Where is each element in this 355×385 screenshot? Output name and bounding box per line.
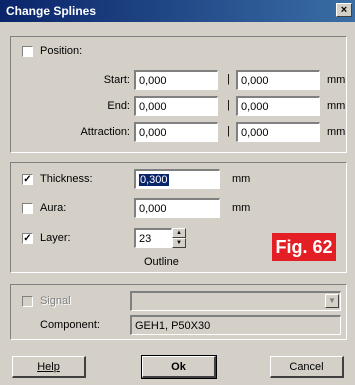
thickness-value: 0,300 (139, 174, 169, 186)
aura-checkbox[interactable] (22, 203, 33, 214)
start-separator: | (227, 73, 230, 85)
component-label: Component: (40, 319, 100, 331)
layer-name: Outline (144, 256, 179, 268)
attraction-x-field[interactable]: 0,000 (134, 122, 218, 142)
ok-button-label: Ok (171, 361, 186, 373)
attraction-separator: | (227, 125, 230, 137)
ok-button[interactable]: Ok (141, 355, 217, 379)
chevron-down-icon[interactable]: ▼ (172, 238, 186, 248)
signal-combo[interactable]: ▼ (130, 291, 341, 311)
aura-field[interactable]: 0,000 (134, 198, 220, 218)
aura-label: Aura: (40, 202, 67, 214)
end-y-field[interactable]: 0,000 (236, 96, 320, 116)
position-checkbox[interactable] (22, 46, 33, 57)
position-label: Position: (40, 45, 83, 57)
aura-unit: mm (232, 202, 251, 214)
component-field: GEH1, P50X30 (130, 315, 341, 335)
chevron-up-icon[interactable]: ▲ (172, 228, 186, 238)
layer-label: Layer: (40, 232, 71, 244)
start-label: Start: (103, 74, 130, 86)
thickness-unit: mm (232, 173, 251, 185)
attraction-label: Attraction: (80, 126, 130, 138)
end-separator: | (227, 99, 230, 111)
thickness-label: Thickness: (40, 173, 93, 185)
attraction-unit: mm (327, 126, 346, 138)
figure-badge: Fig. 62 (272, 233, 336, 261)
window-title: Change Splines (6, 4, 97, 18)
cancel-button-label: Cancel (289, 361, 324, 373)
thickness-field[interactable]: 0,300 (134, 169, 220, 189)
signal-checkbox[interactable] (22, 296, 33, 307)
end-unit: mm (327, 100, 346, 112)
help-button[interactable]: Help (12, 356, 86, 378)
start-y-field[interactable]: 0,000 (236, 70, 320, 90)
start-x-field[interactable]: 0,000 (134, 70, 218, 90)
close-icon[interactable]: × (336, 3, 352, 17)
cancel-button[interactable]: Cancel (270, 356, 344, 378)
help-button-label: Help (37, 361, 60, 373)
title-bar: Change Splines × (0, 0, 355, 22)
signal-label: Signal (40, 295, 71, 307)
end-x-field[interactable]: 0,000 (134, 96, 218, 116)
layer-field[interactable]: 23 (134, 228, 172, 248)
attraction-y-field[interactable]: 0,000 (236, 122, 320, 142)
thickness-checkbox[interactable]: ✓ (22, 174, 33, 185)
chevron-down-icon[interactable]: ▼ (325, 294, 339, 308)
end-label: End: (107, 100, 130, 112)
layer-checkbox[interactable]: ✓ (22, 233, 33, 244)
start-unit: mm (327, 74, 346, 86)
layer-spinner[interactable]: ▲ ▼ (172, 228, 186, 248)
